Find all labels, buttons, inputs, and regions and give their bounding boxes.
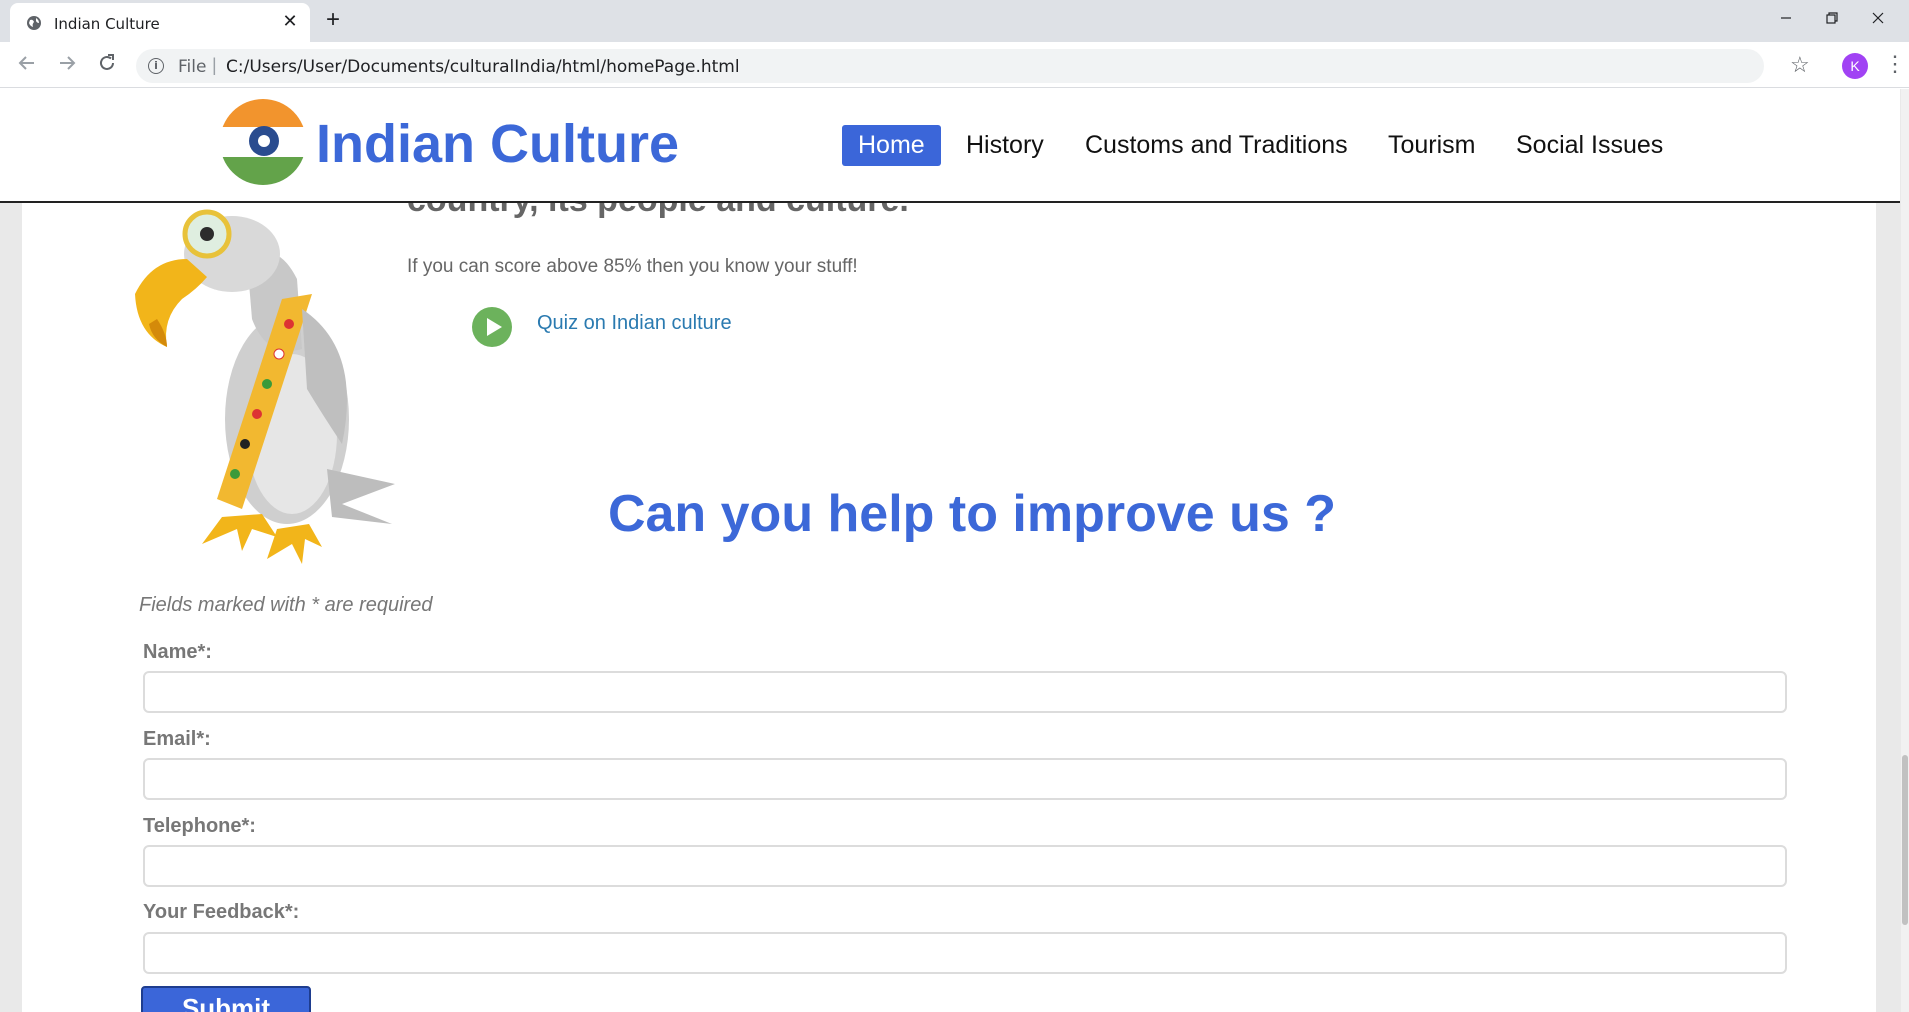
menu-dots-icon[interactable]: ⋮ [1884, 50, 1906, 78]
reload-icon[interactable] [94, 53, 120, 79]
site-title[interactable]: Indian Culture [316, 113, 679, 175]
tab-strip: Indian Culture ✕ + [0, 0, 1909, 42]
page-scrollbar[interactable] [1901, 89, 1909, 1012]
telephone-label: Telephone*: [143, 815, 256, 837]
play-icon[interactable] [472, 307, 512, 347]
minimize-icon[interactable] [1763, 6, 1809, 34]
feedback-label: Your Feedback*: [143, 901, 300, 923]
name-label: Name*: [143, 641, 212, 663]
url-separator: | [212, 55, 217, 75]
nav-history[interactable]: History [950, 125, 1060, 166]
url-scheme: File [178, 57, 207, 77]
name-field[interactable] [143, 671, 1787, 713]
star-icon[interactable]: ☆ [1790, 52, 1810, 78]
submit-button[interactable]: Submit [141, 986, 311, 1012]
restore-icon[interactable] [1809, 6, 1855, 34]
info-icon[interactable]: i [148, 58, 164, 74]
url-text[interactable]: C:/Users/User/Documents/culturalIndia/ht… [226, 57, 740, 77]
feedback-heading: Can you help to improve us ? [607, 485, 1337, 543]
site-header: Indian Culture Home History Customs and … [0, 89, 1900, 203]
quiz-link[interactable]: Quiz on Indian culture [537, 312, 732, 335]
browser-toolbar: i File | C:/Users/User/Documents/cultura… [0, 42, 1909, 88]
close-icon[interactable]: ✕ [280, 11, 300, 31]
back-arrow-icon[interactable] [14, 53, 40, 79]
browser-tab[interactable]: Indian Culture ✕ [10, 3, 310, 42]
nav-home[interactable]: Home [842, 125, 941, 166]
nav-customs-and-traditions[interactable]: Customs and Traditions [1069, 125, 1364, 166]
page-content: country, its people and culture. If you … [22, 89, 1876, 1012]
forward-arrow-icon[interactable] [54, 53, 80, 79]
avatar[interactable]: K [1842, 53, 1868, 79]
nav-tourism[interactable]: Tourism [1372, 125, 1492, 166]
page-viewport: country, its people and culture. If you … [0, 89, 1909, 1012]
required-fields-note: Fields marked with * are required [139, 594, 433, 616]
nav-social-issues[interactable]: Social Issues [1500, 125, 1679, 166]
window-close-icon[interactable] [1855, 6, 1901, 34]
india-flag-logo-icon [220, 99, 306, 185]
tab-title: Indian Culture [54, 15, 160, 33]
globe-icon [27, 16, 41, 30]
scrollbar-thumb[interactable] [1902, 755, 1908, 925]
feedback-field[interactable] [143, 932, 1787, 974]
telephone-field[interactable] [143, 845, 1787, 887]
email-field[interactable] [143, 758, 1787, 800]
address-bar[interactable]: i File | C:/Users/User/Documents/cultura… [136, 49, 1764, 83]
email-label: Email*: [143, 728, 211, 750]
new-tab-button[interactable]: + [326, 8, 340, 32]
quiz-description: If you can score above 85% then you know… [407, 256, 858, 277]
